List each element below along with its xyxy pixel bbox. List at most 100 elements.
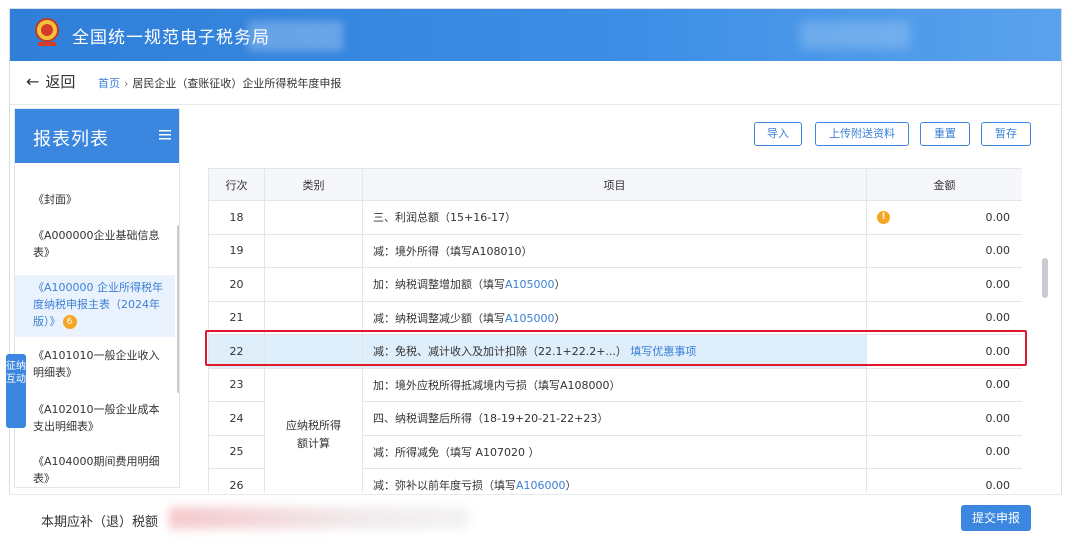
item-cell: 加：境外应税所得抵减境内亏损（填写A108000） <box>362 367 867 402</box>
list-menu-icon[interactable] <box>159 129 171 141</box>
tax-payable-label: 本期应补（退）税额 <box>41 515 159 530</box>
category-cell: 应纳税所得额计算 <box>264 367 363 492</box>
amount-value: 0.00 <box>985 445 1011 459</box>
back-button[interactable]: ← 返回 <box>26 71 75 92</box>
amount-cell[interactable]: 0.00 <box>866 401 1022 436</box>
item-cell: 减：所得减免（填写 A107020 ） <box>362 434 867 469</box>
fill-preference-link[interactable]: 填写优惠事项 <box>630 345 696 358</box>
amount-value: 0.00 <box>985 411 1011 425</box>
table-row: 20 加：纳税调整增加额（填写A105000） 0.00 <box>208 267 1022 302</box>
item-suffix: ） <box>554 278 566 292</box>
amount-cell[interactable]: 0.00 <box>866 233 1022 268</box>
form-link[interactable]: A105000 <box>505 312 555 325</box>
table-row: 21 减：纳税调整减少额（填写A105000） 0.00 <box>208 300 1022 335</box>
row-number: 23 <box>208 367 265 402</box>
submit-declaration-button[interactable]: 提交申报 <box>961 505 1031 531</box>
import-button[interactable]: 导入 <box>754 122 802 146</box>
item-text: 加：纳税调整增加额（填写 <box>373 278 505 292</box>
report-list-header: 报表列表 <box>15 109 179 163</box>
amount-value: 0.00 <box>985 311 1011 325</box>
top-bar: 全国统一规范电子税务局 <box>10 9 1061 61</box>
amount-value: 0.00 <box>985 210 1011 224</box>
interaction-tab[interactable]: 征纳互动 <box>6 354 26 428</box>
upload-attachments-button[interactable]: 上传附送资料 <box>815 122 909 146</box>
category-cell <box>264 267 363 302</box>
report-list: 《封面》 《A000000企业基础信息表》 《A100000 企业所得税年度纳税… <box>15 163 179 487</box>
item-suffix: ） <box>554 311 566 325</box>
amount-value: 0.00 <box>985 244 1011 258</box>
item-suffix: ） <box>565 479 577 492</box>
table-header-row: 行次 类别 项目 金额 <box>208 168 1022 201</box>
breadcrumb-current: 居民企业（查账征收）企业所得税年度申报 <box>132 77 342 90</box>
save-draft-button[interactable]: 暂存 <box>981 122 1031 146</box>
report-item-cover[interactable]: 《封面》 <box>15 191 175 208</box>
report-item-a104000[interactable]: 《A104000期间费用明细表》 <box>15 453 175 487</box>
redacted-area <box>800 21 910 49</box>
row-number: 20 <box>208 267 265 302</box>
row-number: 22 <box>208 334 265 369</box>
report-item-a100000[interactable]: 《A100000 企业所得税年度纳税申报主表（2024年版）》 6 <box>15 275 175 337</box>
category-cell <box>264 300 363 335</box>
app-title: 全国统一规范电子税务局 <box>72 28 270 48</box>
form-link[interactable]: A105000 <box>505 278 555 291</box>
redacted-area <box>169 507 469 529</box>
row-number: 25 <box>208 434 265 469</box>
report-item-label: 《A100000 企业所得税年度纳税申报主表（2024年版）》 <box>33 281 164 328</box>
item-text: 减：所得减免（填写 A107020 ） <box>373 445 540 459</box>
breadcrumb-separator: › <box>124 77 129 90</box>
category-cell <box>264 233 363 268</box>
nav-bar: ← 返回 首页 › 居民企业（查账征收）企业所得税年度申报 <box>10 61 1061 105</box>
amount-cell[interactable]: 0.00 <box>866 434 1022 469</box>
report-item-a000000[interactable]: 《A000000企业基础信息表》 <box>15 227 175 261</box>
back-label: 返回 <box>45 73 76 91</box>
breadcrumb-home[interactable]: 首页 <box>98 77 120 90</box>
amount-value: 0.00 <box>985 378 1011 392</box>
report-item-label: 《A000000企业基础信息表》 <box>33 229 160 259</box>
report-item-a101010[interactable]: 《A101010一般企业收入明细表》 <box>15 347 175 381</box>
arrow-left-icon: ← <box>26 72 40 91</box>
category-label: 应纳税所得额计算 <box>286 419 341 450</box>
amount-cell[interactable]: 0.00 <box>866 267 1022 302</box>
declaration-table: 行次 类别 项目 金额 18 三、利润总额（15+16-17） ! 0.00 19… <box>208 168 1022 492</box>
item-cell: 减：弥补以前年度亏损（填写A106000） <box>362 468 867 492</box>
item-text: 减：境外所得（填写A108010） <box>373 244 533 258</box>
row-number: 18 <box>208 200 265 235</box>
table-row: 23 应纳税所得额计算 加：境外应税所得抵减境内亏损（填写A108000） 0.… <box>208 367 1022 492</box>
amount-value: 0.00 <box>985 344 1011 358</box>
item-text: 减：纳税调整减少额（填写 <box>373 311 505 325</box>
item-cell: 加：纳税调整增加额（填写A105000） <box>362 267 867 302</box>
count-badge: 6 <box>62 315 77 329</box>
report-item-label: 《封面》 <box>33 193 77 206</box>
table-row: 19 减：境外所得（填写A108010） 0.00 <box>208 233 1022 268</box>
table-row-highlighted: 22 减：免税、减计收入及加计扣除（22.1+22.2+...） 填写优惠事项 … <box>208 334 1022 369</box>
row-number: 24 <box>208 401 265 436</box>
item-cell: 减：免税、减计收入及加计扣除（22.1+22.2+...） 填写优惠事项 <box>362 334 867 369</box>
table-scrollbar[interactable] <box>1042 258 1048 298</box>
report-item-label: 《A102010一般企业成本支出明细表》 <box>33 403 160 433</box>
item-text: 加：境外应税所得抵减境内亏损（填写A108000） <box>373 378 621 392</box>
item-cell: 四、纳税调整后所得（18-19+20-21-22+23） <box>362 401 867 436</box>
reset-button[interactable]: 重置 <box>920 122 970 146</box>
amount-cell[interactable]: 0.00 <box>866 468 1022 492</box>
amount-cell[interactable]: ! 0.00 <box>866 200 1022 235</box>
breadcrumb: 首页 › 居民企业（查账征收）企业所得税年度申报 <box>98 75 341 91</box>
report-item-label: 《A101010一般企业收入明细表》 <box>33 349 160 379</box>
column-header-item: 项目 <box>362 168 867 201</box>
amount-cell[interactable]: 0.00 <box>866 300 1022 335</box>
row-number: 19 <box>208 233 265 268</box>
tax-emblem-icon <box>35 18 59 46</box>
item-cell: 减：境外所得（填写A108010） <box>362 233 867 268</box>
row-number: 26 <box>208 468 265 492</box>
item-text: 减：弥补以前年度亏损（填写 <box>373 479 516 492</box>
amount-cell[interactable]: 0.00 <box>866 334 1022 369</box>
form-link[interactable]: A106000 <box>516 479 566 492</box>
redacted-area <box>248 21 343 51</box>
row-number: 21 <box>208 300 265 335</box>
report-item-a102010[interactable]: 《A102010一般企业成本支出明细表》 <box>15 401 175 435</box>
warning-icon[interactable]: ! <box>877 211 890 224</box>
amount-value: 0.00 <box>985 478 1011 492</box>
amount-cell[interactable]: 0.00 <box>866 367 1022 402</box>
sidebar-scrollbar[interactable] <box>177 225 179 393</box>
item-text: 四、纳税调整后所得（18-19+20-21-22+23） <box>373 412 609 426</box>
column-header-row-no: 行次 <box>208 168 265 201</box>
